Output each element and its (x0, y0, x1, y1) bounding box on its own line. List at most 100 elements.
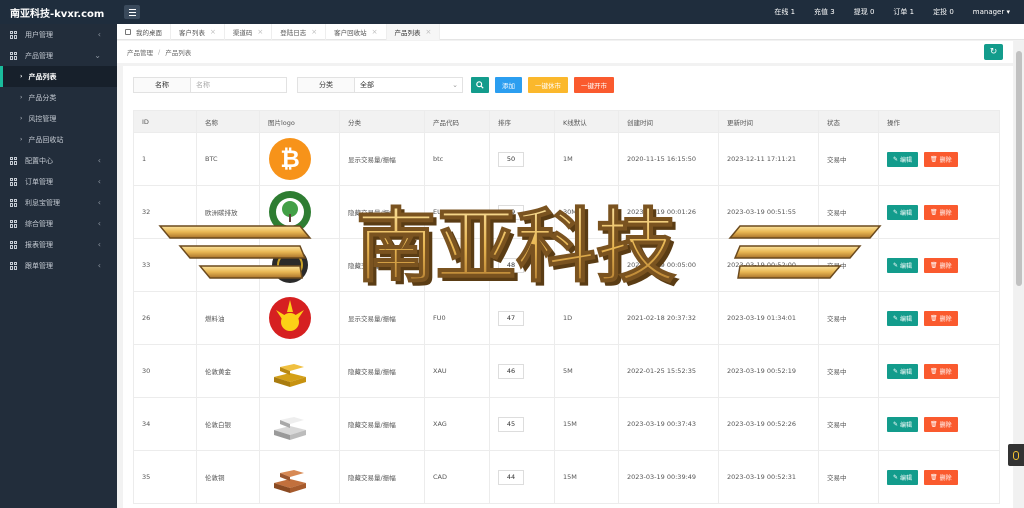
tab-login-log[interactable]: 登陆日志 × (272, 24, 327, 40)
delete-button[interactable]: 🗑 删除 (924, 416, 958, 432)
cell-status: 交易中 (818, 291, 879, 345)
close-all-markets-button[interactable]: 一键休市 (528, 77, 568, 93)
close-icon[interactable]: × (311, 28, 317, 36)
category-filter-select[interactable]: 全部 ⌄ (355, 77, 463, 93)
edit-button[interactable]: ✎ 编辑 (887, 151, 919, 167)
sidebar-item-general-management[interactable]: 综合管理 ‹ (0, 213, 117, 234)
page-scrollbar[interactable] (1014, 41, 1024, 508)
cell-kline: 1M (554, 132, 619, 186)
trash-icon: 🗑 (930, 155, 938, 163)
sidebar-item-report-management[interactable]: 报表管理 ‹ (0, 234, 117, 255)
delete-button[interactable]: 🗑 删除 (924, 151, 958, 167)
sidebar-subitem-product-list[interactable]: › 产品列表 (0, 66, 117, 87)
sort-input[interactable]: 44 (498, 469, 524, 485)
sidebar-item-config-center[interactable]: 配置中心 ‹ (0, 150, 117, 171)
cell-created: 2021-02-18 20:37:32 (618, 291, 719, 345)
delete-button[interactable]: 🗑 删除 (924, 204, 958, 220)
cell-name: 伦敦白银 (196, 397, 260, 451)
refresh-button[interactable]: ↻ (984, 44, 1003, 60)
cell-updated: 2023-03-19 00:52:19 (718, 344, 819, 398)
tab-customer-list[interactable]: 客户列表 × (171, 24, 225, 40)
delete-button[interactable]: 🗑 删除 (924, 469, 958, 485)
cell-updated: 2023-03-19 00:51:55 (718, 185, 819, 239)
sort-input[interactable]: 45 (498, 416, 524, 432)
scrollbar-thumb[interactable] (1016, 51, 1022, 286)
edit-button[interactable]: ✎ 编辑 (887, 257, 919, 273)
cell-status: 交易中 (818, 132, 879, 186)
tab-label: 客户列表 (179, 29, 205, 37)
cell-category: 隐藏交易量/振幅 (339, 397, 425, 451)
cell-status: 交易中 (818, 344, 879, 398)
sort-input[interactable]: 49 (498, 204, 524, 220)
close-icon[interactable]: × (210, 28, 216, 36)
sidebar-item-order-management[interactable]: 订单管理 ‹ (0, 171, 117, 192)
cell-created: 2023-03-19 00:39:49 (618, 450, 719, 504)
stat-withdraw[interactable]: 提现 0 (854, 7, 875, 17)
sidebar-item-label: 产品管理 (25, 51, 53, 60)
edit-button[interactable]: ✎ 编辑 (887, 310, 919, 326)
grid-icon (10, 177, 18, 186)
chevron-left-icon: ‹ (97, 177, 101, 186)
user-menu[interactable]: manager (973, 8, 1010, 16)
sort-input[interactable]: 47 (498, 310, 524, 326)
sidebar-subitem-label: 产品回收站 (28, 135, 64, 144)
tab-my-desktop[interactable]: 我的桌面 (117, 24, 171, 40)
cell-logo (259, 291, 340, 345)
sidebar-subitem-product-recycle-bin[interactable]: › 产品回收站 (0, 129, 117, 150)
chevron-down-icon: ⌄ (452, 81, 458, 89)
delete-button[interactable]: 🗑 删除 (924, 363, 958, 379)
cell-sort: 44 (489, 450, 555, 504)
name-filter-input[interactable]: 名称 (191, 77, 287, 93)
stat-orders[interactable]: 订单 1 (893, 7, 914, 17)
stat-investment[interactable]: 定投 0 (933, 7, 954, 17)
sidebar-subitem-risk-control[interactable]: › 风控管理 (0, 108, 117, 129)
cell-kline: 15M (554, 397, 619, 451)
breadcrumb-item[interactable]: 产品管理 (127, 47, 153, 57)
cell-sort: 45 (489, 397, 555, 451)
tab-channel-code[interactable]: 渠道码 × (225, 24, 273, 40)
cell-category: 隐藏交易量/振幅 (339, 344, 425, 398)
delete-button[interactable]: 🗑 删除 (924, 257, 958, 273)
col-header-category: 分类 (339, 110, 425, 133)
chevron-right-icon: › (20, 73, 23, 80)
sidebar-item-copy-trading-management[interactable]: 跟单管理 ‹ (0, 255, 117, 276)
cell-updated: 2023-03-19 00:52:26 (718, 397, 819, 451)
edit-button[interactable]: ✎ 编辑 (887, 469, 919, 485)
sidebar-item-user-management[interactable]: 用户管理 ‹ (0, 24, 117, 45)
edit-button[interactable]: ✎ 编辑 (887, 363, 919, 379)
edit-button[interactable]: ✎ 编辑 (887, 204, 919, 220)
trash-icon: 🗑 (930, 420, 938, 428)
search-button[interactable] (471, 77, 489, 93)
close-icon[interactable]: × (426, 28, 432, 36)
col-header-updated: 更新时间 (718, 110, 819, 133)
name-filter-label: 名称 (133, 77, 191, 93)
open-all-markets-button[interactable]: 一键开市 (574, 77, 614, 93)
floating-mouse-button[interactable] (1008, 444, 1024, 466)
table-header-row: ID 名称 图片logo 分类 产品代码 排序 K线默认 创建时间 更新时间 状… (133, 110, 1000, 133)
tab-customer-recycle-bin[interactable]: 客户回收站 × (326, 24, 387, 40)
sidebar-item-label: 利息宝管理 (25, 198, 60, 207)
stat-online[interactable]: 在线 1 (774, 7, 795, 17)
stat-recharge[interactable]: 充值 3 (814, 7, 835, 17)
sidebar-item-product-management[interactable]: 产品管理 ⌄ (0, 45, 117, 66)
sidebar-subitem-product-category[interactable]: › 产品分类 (0, 87, 117, 108)
menu-toggle-button[interactable] (124, 5, 140, 19)
delete-button[interactable]: 🗑 删除 (924, 310, 958, 326)
sidebar-item-label: 订单管理 (25, 177, 53, 186)
close-icon[interactable]: × (257, 28, 263, 36)
table-row: 33 隐藏交易量/振幅 48 2023-03-19 00:05:00 2023-03-1… (133, 238, 1000, 292)
tab-product-list[interactable]: 产品列表 × (386, 24, 441, 40)
top-stats: 在线 1 充值 3 提现 0 订单 1 定投 0 manager (774, 0, 1010, 24)
sort-input[interactable]: 46 (498, 363, 524, 379)
cell-name: 燃料油 (196, 291, 260, 345)
add-button[interactable]: 添加 (495, 77, 522, 93)
edit-button[interactable]: ✎ 编辑 (887, 416, 919, 432)
delete-button-label: 删除 (939, 315, 952, 323)
cell-created: 2023-03-19 00:01:26 (618, 185, 719, 239)
sort-input[interactable]: 48 (498, 257, 524, 273)
sort-input[interactable]: 50 (498, 151, 524, 167)
cell-code (424, 238, 490, 292)
cell-actions: ✎ 编辑 🗑 删除 (878, 238, 1000, 292)
close-icon[interactable]: × (372, 28, 378, 36)
sidebar-item-interest-management[interactable]: 利息宝管理 ‹ (0, 192, 117, 213)
